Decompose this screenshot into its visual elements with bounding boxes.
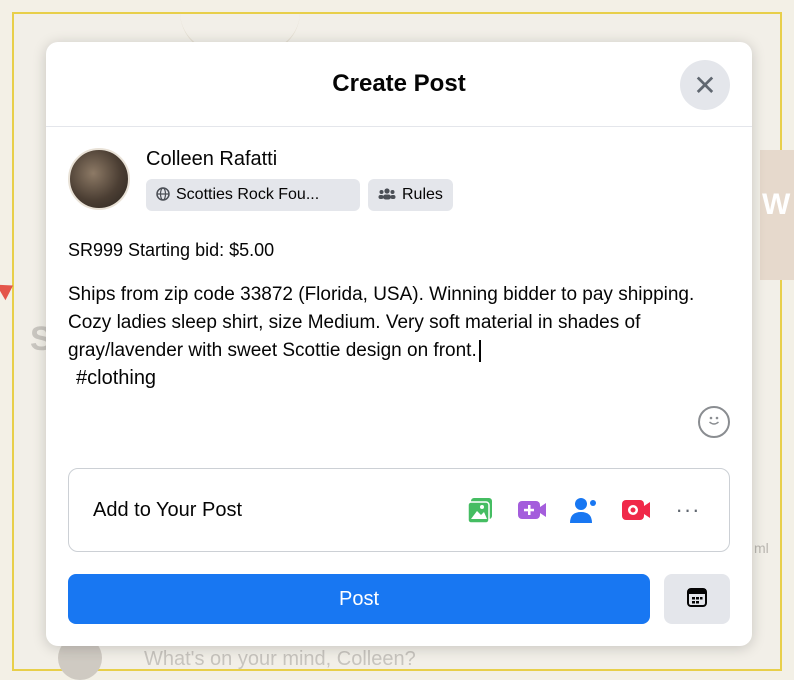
photo-video-icon[interactable] xyxy=(463,493,497,527)
audience-group-label: Scotties Rock Fou... xyxy=(176,186,320,203)
schedule-button[interactable] xyxy=(664,574,730,624)
rules-label: Rules xyxy=(402,186,443,203)
live-camera-icon[interactable] xyxy=(619,493,653,527)
text-caret xyxy=(478,339,481,362)
emoji-button[interactable] xyxy=(698,406,730,438)
post-text-area[interactable]: SR999 Starting bid: $5.00 Ships from zip… xyxy=(68,240,708,390)
live-video-icon[interactable] xyxy=(515,493,549,527)
post-title-line: SR999 Starting bid: $5.00 xyxy=(68,240,275,260)
smiley-icon xyxy=(704,410,724,435)
globe-icon xyxy=(156,186,170,204)
dialog-header: Create Post ✕ xyxy=(46,42,752,127)
post-body-content: Ships from zip code 33872 (Florida, USA)… xyxy=(68,284,695,361)
audience-group-chip[interactable]: Scotties Rock Fou... xyxy=(146,179,360,211)
post-button[interactable]: Post xyxy=(68,574,650,624)
close-icon: ✕ xyxy=(693,69,717,101)
rules-chip[interactable]: Rules xyxy=(368,179,453,211)
create-post-dialog: Create Post ✕ Colleen Rafatti Scotties R… xyxy=(46,42,752,646)
author-block: Colleen Rafatti Scotties Rock Fou... Rul… xyxy=(68,148,453,211)
calendar-icon xyxy=(686,586,708,613)
composer-placeholder[interactable]: What's on your mind, Colleen? xyxy=(144,648,416,671)
post-hashtag: #clothing xyxy=(76,367,157,389)
add-to-post-label: Add to Your Post xyxy=(93,498,243,521)
post-body-text: Ships from zip code 33872 (Florida, USA)… xyxy=(68,281,708,365)
background-right-text: ml xyxy=(754,540,769,556)
close-button[interactable]: ✕ xyxy=(680,60,730,110)
dialog-title: Create Post xyxy=(332,70,466,97)
author-name: Colleen Rafatti xyxy=(146,148,278,170)
more-icon[interactable]: ··· xyxy=(671,493,705,527)
background-banner-text: W xyxy=(762,188,791,221)
add-to-post-bar: Add to Your Post ··· xyxy=(68,468,730,552)
avatar xyxy=(68,148,130,210)
tag-people-icon[interactable] xyxy=(567,493,601,527)
people-group-icon xyxy=(378,187,396,204)
